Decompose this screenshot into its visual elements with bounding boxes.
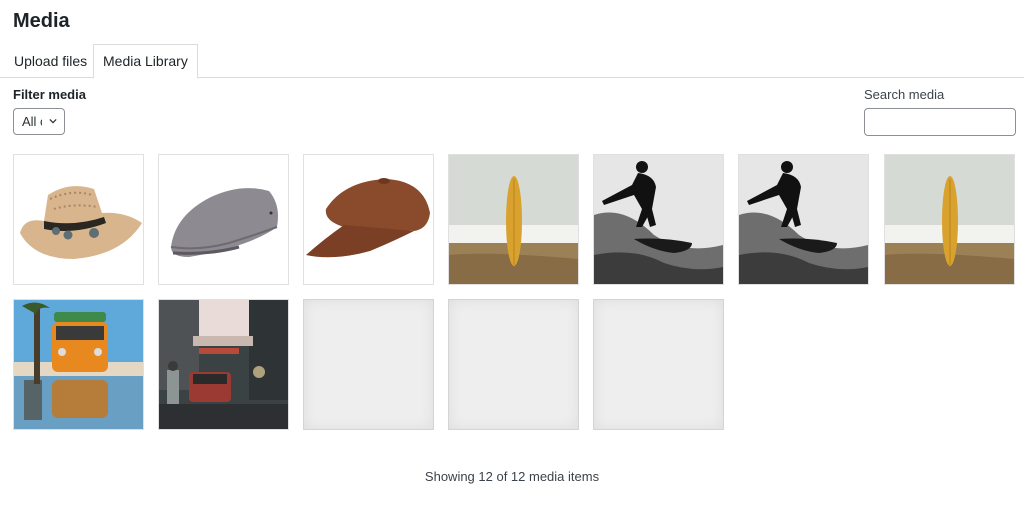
filter-selected-value: All c: [22, 114, 42, 129]
search-media-input[interactable]: [864, 108, 1016, 136]
city-street-thumbnail: [159, 300, 288, 429]
surfboard-beach-thumbnail: [449, 155, 578, 284]
surfer-thumbnail: [739, 155, 868, 284]
media-item-surfboard-beach[interactable]: [884, 154, 1015, 285]
media-item-surfer[interactable]: [593, 154, 724, 285]
media-item-newsboy-cap[interactable]: [303, 154, 434, 285]
media-item-placeholder[interactable]: [593, 299, 724, 430]
filter-media-label: Filter media: [13, 87, 86, 102]
search-media-label: Search media: [864, 87, 945, 102]
media-item-orange-van[interactable]: [13, 299, 144, 430]
filter-media-select[interactable]: All c: [13, 108, 65, 135]
newsboy-cap-thumbnail: [304, 155, 433, 284]
tab-media-library[interactable]: Media Library: [93, 44, 198, 79]
page-title: Media: [13, 10, 70, 32]
tab-upload-files[interactable]: Upload files: [4, 44, 97, 78]
media-item-city-street[interactable]: [158, 299, 289, 430]
cowboy-hat-thumbnail: [14, 155, 143, 284]
flat-cap-thumbnail: [159, 155, 288, 284]
media-item-placeholder[interactable]: [303, 299, 434, 430]
media-item-cowboy-hat[interactable]: [13, 154, 144, 285]
orange-van-thumbnail: [14, 300, 143, 429]
chevron-down-icon: [49, 118, 57, 124]
surfer-thumbnail: [594, 155, 723, 284]
media-count-status: Showing 12 of 12 media items: [424, 469, 600, 484]
media-item-surfboard-beach[interactable]: [448, 154, 579, 285]
media-item-flat-cap[interactable]: [158, 154, 289, 285]
surfboard-beach-thumbnail: [885, 155, 1014, 284]
media-item-surfer[interactable]: [738, 154, 869, 285]
tab-bar: Upload files Media Library: [0, 44, 1024, 79]
media-item-placeholder[interactable]: [448, 299, 579, 430]
